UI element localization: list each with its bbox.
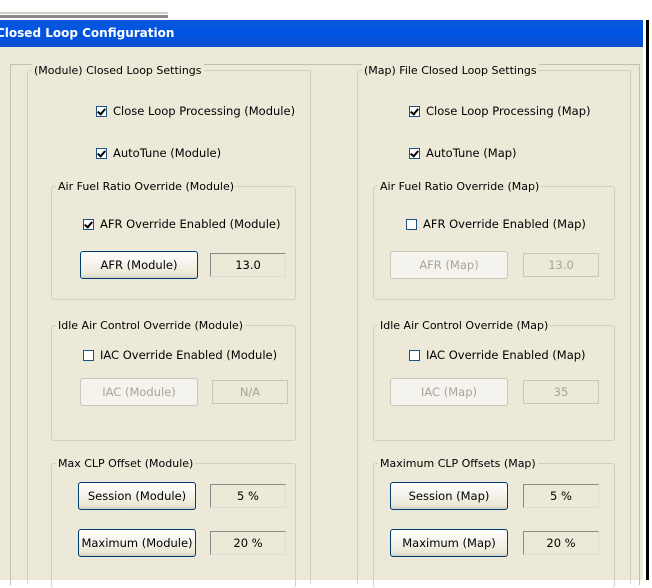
module-clp-offset-title: Max CLP Offset (Module) <box>56 457 196 470</box>
module-afr-override-group: Air Fuel Ratio Override (Module) <box>51 180 296 300</box>
tab-edge-highlight <box>0 12 168 14</box>
module-close-loop-label: Close Loop Processing (Module) <box>113 104 296 118</box>
module-iac-override-checkbox[interactable]: IAC Override Enabled (Module) <box>83 348 277 362</box>
module-iac-value: N/A <box>212 380 288 404</box>
module-session-button[interactable]: Session (Module) <box>78 482 196 510</box>
map-iac-override-checkbox[interactable]: IAC Override Enabled (Map) <box>409 348 586 362</box>
module-afr-button[interactable]: AFR (Module) <box>80 251 198 279</box>
module-maximum-button[interactable]: Maximum (Module) <box>78 529 196 557</box>
module-maximum-value: 20 % <box>210 531 286 555</box>
map-afr-override-checkbox[interactable]: AFR Override Enabled (Map) <box>406 217 586 231</box>
module-close-loop-checkmark[interactable] <box>96 105 107 117</box>
map-afr-override-label: AFR Override Enabled (Map) <box>423 217 586 231</box>
map-clp-offset-group: Maximum CLP Offsets (Map) <box>373 457 615 588</box>
map-iac-button[interactable]: IAC (Map) <box>390 378 508 406</box>
module-afr-override-title: Air Fuel Ratio Override (Module) <box>56 180 237 193</box>
map-session-button[interactable]: Session (Map) <box>390 482 508 510</box>
map-autotune-label: AutoTune (Map) <box>426 146 517 160</box>
map-settings-title: (Map) File Closed Loop Settings <box>362 64 539 77</box>
map-session-value: 5 % <box>523 484 599 508</box>
map-iac-override-title: Idle Air Control Override (Map) <box>378 319 551 332</box>
module-afr-override-checkmark[interactable] <box>83 218 94 230</box>
module-autotune-checkbox[interactable]: AutoTune (Module) <box>96 146 221 160</box>
module-afr-value: 13.0 <box>210 253 286 277</box>
config-window: Closed Loop Configuration (Module) Close… <box>0 20 649 588</box>
module-clp-offset-group: Max CLP Offset (Module) <box>51 457 296 588</box>
map-iac-override-checkmark[interactable] <box>409 349 420 361</box>
map-afr-override-group: Air Fuel Ratio Override (Map) <box>373 180 615 300</box>
map-maximum-value: 20 % <box>523 531 599 555</box>
map-iac-override-label: IAC Override Enabled (Map) <box>426 348 586 362</box>
map-afr-value: 13.0 <box>523 253 599 277</box>
window-title: Closed Loop Configuration <box>0 26 175 40</box>
map-afr-override-checkmark[interactable] <box>406 218 417 230</box>
map-close-loop-checkbox[interactable]: Close Loop Processing (Map) <box>409 104 591 118</box>
map-autotune-checkbox[interactable]: AutoTune (Map) <box>409 146 517 160</box>
window-client-area: (Module) Closed Loop Settings Close Loop… <box>0 47 643 588</box>
module-session-value: 5 % <box>210 484 286 508</box>
module-iac-override-checkmark[interactable] <box>83 349 94 361</box>
module-afr-override-label: AFR Override Enabled (Module) <box>100 217 281 231</box>
map-close-loop-checkmark[interactable] <box>409 105 420 117</box>
map-autotune-checkmark[interactable] <box>409 147 420 159</box>
tab-strip <box>0 0 652 20</box>
module-settings-title: (Module) Closed Loop Settings <box>32 64 204 77</box>
module-autotune-label: AutoTune (Module) <box>113 146 222 160</box>
map-maximum-button[interactable]: Maximum (Map) <box>390 529 508 557</box>
map-afr-button[interactable]: AFR (Map) <box>390 251 508 279</box>
tab-edge <box>0 15 168 18</box>
map-close-loop-label: Close Loop Processing (Map) <box>426 104 591 118</box>
map-iac-value: 35 <box>523 380 599 404</box>
module-iac-override-label: IAC Override Enabled (Module) <box>100 348 278 362</box>
module-afr-override-checkbox[interactable]: AFR Override Enabled (Module) <box>83 217 280 231</box>
map-clp-offset-title: Maximum CLP Offsets (Map) <box>378 457 538 470</box>
module-iac-override-title: Idle Air Control Override (Module) <box>56 319 246 332</box>
title-bar[interactable]: Closed Loop Configuration <box>0 20 643 47</box>
module-close-loop-checkbox[interactable]: Close Loop Processing (Module) <box>96 104 295 118</box>
map-afr-override-title: Air Fuel Ratio Override (Map) <box>378 180 542 193</box>
module-autotune-checkmark[interactable] <box>96 147 107 159</box>
module-iac-button[interactable]: IAC (Module) <box>80 378 198 406</box>
